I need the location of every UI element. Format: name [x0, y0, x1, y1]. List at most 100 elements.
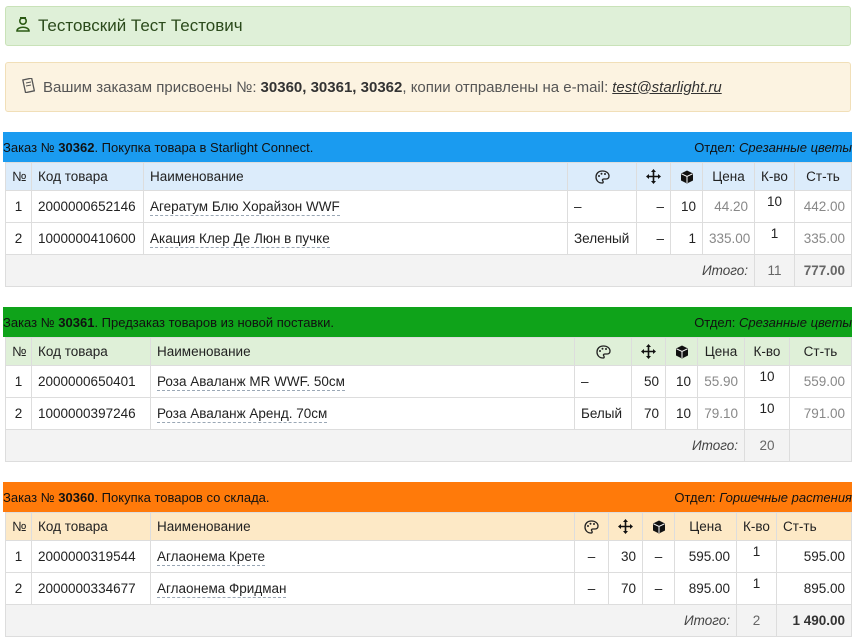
table-row: 1 2000000319544 Аглаонема Крете – 30 – 5…: [5, 540, 852, 573]
product-name-link[interactable]: Роза Аваланж Аренд. 70см: [157, 406, 328, 423]
total-row: Итого: 11 777.00: [5, 254, 852, 287]
product-name-link[interactable]: Аглаонема Крете: [157, 549, 265, 566]
table-header-row: № Код товара Наименование Цена К-во Ст-т…: [5, 337, 852, 366]
notice-email-link[interactable]: test@starlight.ru: [612, 79, 721, 96]
col-code: Код товара: [31, 512, 151, 541]
total-qty: 2: [736, 604, 777, 637]
total-label: Итого:: [5, 604, 737, 637]
row-code: 2000000650401: [31, 365, 151, 398]
row-cost: 791.00: [789, 397, 852, 430]
product-name-link[interactable]: Аглаонема Фридман: [157, 581, 287, 598]
row-price: 895.00: [674, 572, 737, 605]
col-num: №: [5, 337, 32, 366]
row-pack: –: [642, 540, 675, 573]
row-color: –: [574, 365, 632, 398]
product-name-link[interactable]: Акация Клер Де Люн в пучке: [150, 231, 330, 248]
order-header: Заказ № 30361. Предзаказ товаров из ново…: [3, 307, 852, 337]
order-description: . Покупка товаров со склада.: [94, 489, 270, 505]
col-size: [636, 162, 671, 191]
row-qty: 10: [759, 401, 775, 416]
palette-icon: [581, 519, 602, 534]
table-header-row: № Код товара Наименование Цена К-во Ст-т…: [5, 162, 852, 191]
row-cost: 559.00: [789, 365, 852, 398]
order-prefix: Заказ №: [3, 139, 55, 155]
box-icon: [677, 170, 696, 184]
row-cost: 335.00: [794, 222, 852, 255]
col-cost: Ст-ть: [794, 162, 852, 191]
row-color: Зеленый: [567, 222, 637, 255]
order-prefix: Заказ №: [3, 489, 55, 505]
move-icon: [638, 344, 659, 359]
row-num: 2: [5, 397, 32, 430]
col-color: [574, 512, 609, 541]
row-price: 79.10: [697, 397, 745, 430]
order-header: Заказ № 30360. Покупка товаров со склада…: [3, 482, 852, 512]
dept-label: Отдел:: [694, 139, 736, 155]
row-code: 1000000410600: [31, 222, 144, 255]
table-row: 2 1000000410600 Акация Клер Де Люн в пуч…: [5, 222, 852, 255]
order-description: . Предзаказ товаров из новой поставки.: [94, 314, 334, 330]
col-num: №: [5, 512, 32, 541]
table-row: 2 1000000397246 Роза Аваланж Аренд. 70см…: [5, 397, 852, 430]
row-qty: 10: [766, 194, 783, 209]
col-name: Наименование: [150, 512, 575, 541]
total-sum: [789, 429, 852, 462]
col-qty: К-во: [736, 512, 777, 541]
row-size: 70: [631, 397, 666, 430]
palette-icon: [581, 344, 625, 359]
col-name: Наименование: [150, 337, 575, 366]
total-sum: 777.00: [794, 254, 852, 287]
move-icon: [643, 169, 664, 184]
row-num: 1: [5, 540, 32, 573]
order-header: Заказ № 30362. Покупка товара в Starligh…: [3, 132, 852, 162]
total-row: Итого: 20: [5, 429, 852, 462]
col-price: Цена: [697, 337, 745, 366]
table-row: 1 2000000650401 Роза Аваланж MR WWF. 50с…: [5, 365, 852, 398]
dept-name: Срезанные цветы: [739, 139, 852, 155]
order-table: № Код товара Наименование Цена К-во Ст-т…: [5, 512, 852, 637]
notice-order-numbers: 30360, 30361, 30362: [260, 78, 403, 96]
order-block-30362: Заказ № 30362. Покупка товара в Starligh…: [3, 132, 852, 287]
box-icon: [649, 520, 668, 534]
col-cost: Ст-ть: [789, 337, 852, 366]
row-color: Белый: [574, 397, 632, 430]
total-row: Итого: 2 1 490.00: [5, 604, 852, 637]
col-name: Наименование: [143, 162, 568, 191]
palette-icon: [574, 169, 630, 184]
col-qty: К-во: [754, 162, 795, 191]
total-label: Итого:: [5, 254, 755, 287]
col-code: Код товара: [31, 337, 151, 366]
table-row: 2 2000000334677 Аглаонема Фридман – 70 –…: [5, 572, 852, 605]
total-qty: 11: [754, 254, 795, 287]
row-size: 30: [608, 540, 643, 573]
col-size: [631, 337, 666, 366]
row-code: 2000000334677: [31, 572, 151, 605]
col-pack: [670, 162, 703, 191]
order-number: 30361: [58, 314, 95, 330]
dept-name: Срезанные цветы: [739, 314, 852, 330]
row-qty: 10: [759, 369, 775, 384]
row-price: 44.20: [702, 190, 755, 223]
row-code: 2000000652146: [31, 190, 144, 223]
receipt-icon: [22, 77, 36, 96]
row-size: 50: [631, 365, 666, 398]
user-name: Тестовский Тест Тестович: [38, 16, 243, 35]
dept-name: Горшечные растения: [719, 489, 852, 505]
user-bar: Тестовский Тест Тестович: [5, 6, 851, 46]
col-size: [608, 512, 643, 541]
product-name-link[interactable]: Роза Аваланж MR WWF. 50см: [157, 374, 345, 391]
row-size: –: [636, 222, 671, 255]
table-header-row: № Код товара Наименование Цена К-во Ст-т…: [5, 512, 852, 541]
row-qty: 1: [770, 226, 779, 241]
col-cost: Ст-ть: [776, 512, 852, 541]
total-sum: 1 490.00: [776, 604, 852, 637]
col-color: [567, 162, 637, 191]
row-price: 335.00: [702, 222, 755, 255]
row-num: 2: [5, 572, 32, 605]
row-cost: 895.00: [776, 572, 852, 605]
order-notice: Вашим заказам присвоены №: 30360, 30361,…: [5, 62, 851, 112]
row-pack: –: [642, 572, 675, 605]
product-name-link[interactable]: Агератум Блю Хорайзон WWF: [150, 199, 340, 216]
order-number: 30360: [58, 489, 95, 505]
row-pack: 1: [670, 222, 703, 255]
